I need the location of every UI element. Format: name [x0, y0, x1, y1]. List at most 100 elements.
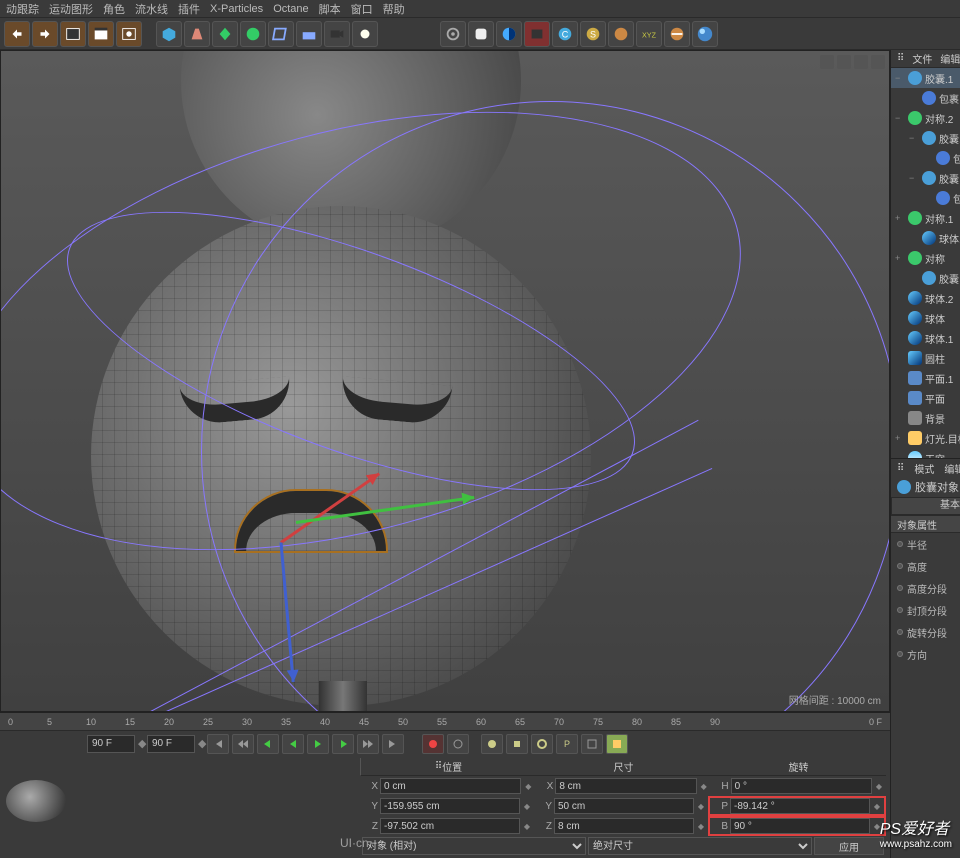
frame-start-field[interactable]: [87, 735, 135, 753]
record-icon[interactable]: [422, 734, 444, 754]
tool-c-icon[interactable]: C: [552, 21, 578, 47]
menu-item[interactable]: 动跟踪: [6, 1, 39, 17]
tool-clapper-icon[interactable]: [88, 21, 114, 47]
play-back-icon[interactable]: [282, 734, 304, 754]
tool-h-icon[interactable]: [664, 21, 690, 47]
size-input[interactable]: [554, 798, 694, 814]
size-input[interactable]: [554, 818, 694, 834]
frame-end-field[interactable]: [147, 735, 195, 753]
viewport-3d[interactable]: 网格间距 : 10000 cm: [0, 50, 890, 712]
tree-row[interactable]: 包裹✓: [891, 148, 960, 168]
tool-redo-icon[interactable]: [32, 21, 58, 47]
attr-tab-edit[interactable]: 编辑: [944, 461, 960, 476]
key-param-icon[interactable]: P: [556, 734, 578, 754]
tab-file[interactable]: 文件: [912, 51, 932, 66]
tree-row[interactable]: +对称.1✓: [891, 208, 960, 228]
tool-record-icon[interactable]: [524, 21, 550, 47]
key-pla-icon[interactable]: [581, 734, 603, 754]
attr-subtab-basic[interactable]: 基本: [891, 497, 960, 515]
tree-row[interactable]: 包裹✓: [891, 188, 960, 208]
tab-edit[interactable]: 编辑: [940, 51, 960, 66]
tool-shading-icon[interactable]: [496, 21, 522, 47]
tree-row[interactable]: 球体.2✓: [891, 288, 960, 308]
key-rot-icon[interactable]: [531, 734, 553, 754]
timeline-ruler[interactable]: 0 F 051015202530354045505560657075808590: [0, 712, 890, 730]
prev-frame-icon[interactable]: [257, 734, 279, 754]
tree-row[interactable]: −胶囊.1✓: [891, 68, 960, 88]
next-frame-icon[interactable]: [332, 734, 354, 754]
coord-apply-button[interactable]: 应用: [814, 837, 884, 855]
tool-light-icon[interactable]: [352, 21, 378, 47]
prev-key-icon[interactable]: [232, 734, 254, 754]
expand-icon[interactable]: −: [895, 73, 905, 83]
tree-row[interactable]: 天空: [891, 448, 960, 458]
tool-display-icon[interactable]: [468, 21, 494, 47]
tool-xyz-icon[interactable]: XYZ: [636, 21, 662, 47]
tree-row[interactable]: 平面.1✓: [891, 368, 960, 388]
menu-item[interactable]: 脚本: [319, 1, 341, 17]
object-tree[interactable]: −胶囊.1✓包裹✓−对称.2✓−胶囊.1✓包裹✓−胶囊✓包裹✓+对称.1✓球体.…: [891, 68, 960, 458]
tool-environment-icon[interactable]: [296, 21, 322, 47]
tool-undo-icon[interactable]: [4, 21, 30, 47]
tool-deformer-icon[interactable]: [268, 21, 294, 47]
tree-row[interactable]: 包裹✓: [891, 88, 960, 108]
rotation-input[interactable]: [730, 818, 870, 834]
rotation-input[interactable]: [730, 798, 870, 814]
menu-item[interactable]: 窗口: [351, 1, 373, 17]
position-input[interactable]: [380, 818, 520, 834]
tree-row[interactable]: 球体.3✓: [891, 228, 960, 248]
tree-row[interactable]: −胶囊.1✓: [891, 128, 960, 148]
tool-pen-icon[interactable]: [184, 21, 210, 47]
key-pos-icon[interactable]: [481, 734, 503, 754]
tree-row[interactable]: 胶囊✓: [891, 268, 960, 288]
tool-s-icon[interactable]: S: [580, 21, 606, 47]
tree-row[interactable]: +灯光.目标.1✓: [891, 428, 960, 448]
tree-row[interactable]: 球体✓: [891, 308, 960, 328]
tree-row[interactable]: 背景: [891, 408, 960, 428]
tool-cube-icon[interactable]: [156, 21, 182, 47]
autokey-icon[interactable]: [447, 734, 469, 754]
play-icon[interactable]: [307, 734, 329, 754]
menu-item[interactable]: 运动图形: [49, 1, 93, 17]
next-key-icon[interactable]: [357, 734, 379, 754]
expand-icon[interactable]: −: [909, 133, 919, 143]
attr-tab-mode[interactable]: 模式: [914, 461, 934, 476]
expand-icon[interactable]: +: [895, 253, 905, 263]
tree-row[interactable]: 圆柱✓: [891, 348, 960, 368]
size-input[interactable]: [555, 778, 696, 794]
tool-generator-icon[interactable]: [240, 21, 266, 47]
coord-size-mode-select[interactable]: 绝对尺寸: [588, 837, 812, 855]
tool-camera-icon[interactable]: [324, 21, 350, 47]
tool-render-icon[interactable]: [116, 21, 142, 47]
goto-start-icon[interactable]: [207, 734, 229, 754]
menu-item[interactable]: 流水线: [135, 1, 168, 17]
expand-icon[interactable]: −: [895, 113, 905, 123]
expand-icon[interactable]: −: [909, 173, 919, 183]
viewport-switch-icon[interactable]: [871, 55, 885, 69]
menu-item[interactable]: X-Particles: [210, 3, 263, 15]
menu-item[interactable]: Octane: [273, 3, 308, 15]
position-input[interactable]: [380, 798, 520, 814]
tool-live-icon[interactable]: [440, 21, 466, 47]
tree-row[interactable]: +对称✓: [891, 248, 960, 268]
viewport-zoom-icon[interactable]: [837, 55, 851, 69]
menu-item[interactable]: 帮助: [383, 1, 405, 17]
tree-row[interactable]: 平面✓: [891, 388, 960, 408]
key-extra-icon[interactable]: [606, 734, 628, 754]
tree-row[interactable]: 球体.1✓: [891, 328, 960, 348]
position-input[interactable]: [380, 778, 521, 794]
expand-icon[interactable]: +: [895, 433, 905, 443]
expand-icon[interactable]: +: [895, 213, 905, 223]
menu-item[interactable]: 插件: [178, 1, 200, 17]
viewport-pan-icon[interactable]: [820, 55, 834, 69]
tree-row[interactable]: −对称.2✓: [891, 108, 960, 128]
tool-disc-icon[interactable]: [608, 21, 634, 47]
tool-material-icon[interactable]: [692, 21, 718, 47]
coord-mode-select[interactable]: 对象 (相对): [362, 837, 586, 855]
key-scale-icon[interactable]: [506, 734, 528, 754]
rotation-input[interactable]: [731, 778, 872, 794]
menu-item[interactable]: 角色: [103, 1, 125, 17]
tool-nurbs-icon[interactable]: [212, 21, 238, 47]
tool-film-icon[interactable]: [60, 21, 86, 47]
viewport-rotate-icon[interactable]: [854, 55, 868, 69]
